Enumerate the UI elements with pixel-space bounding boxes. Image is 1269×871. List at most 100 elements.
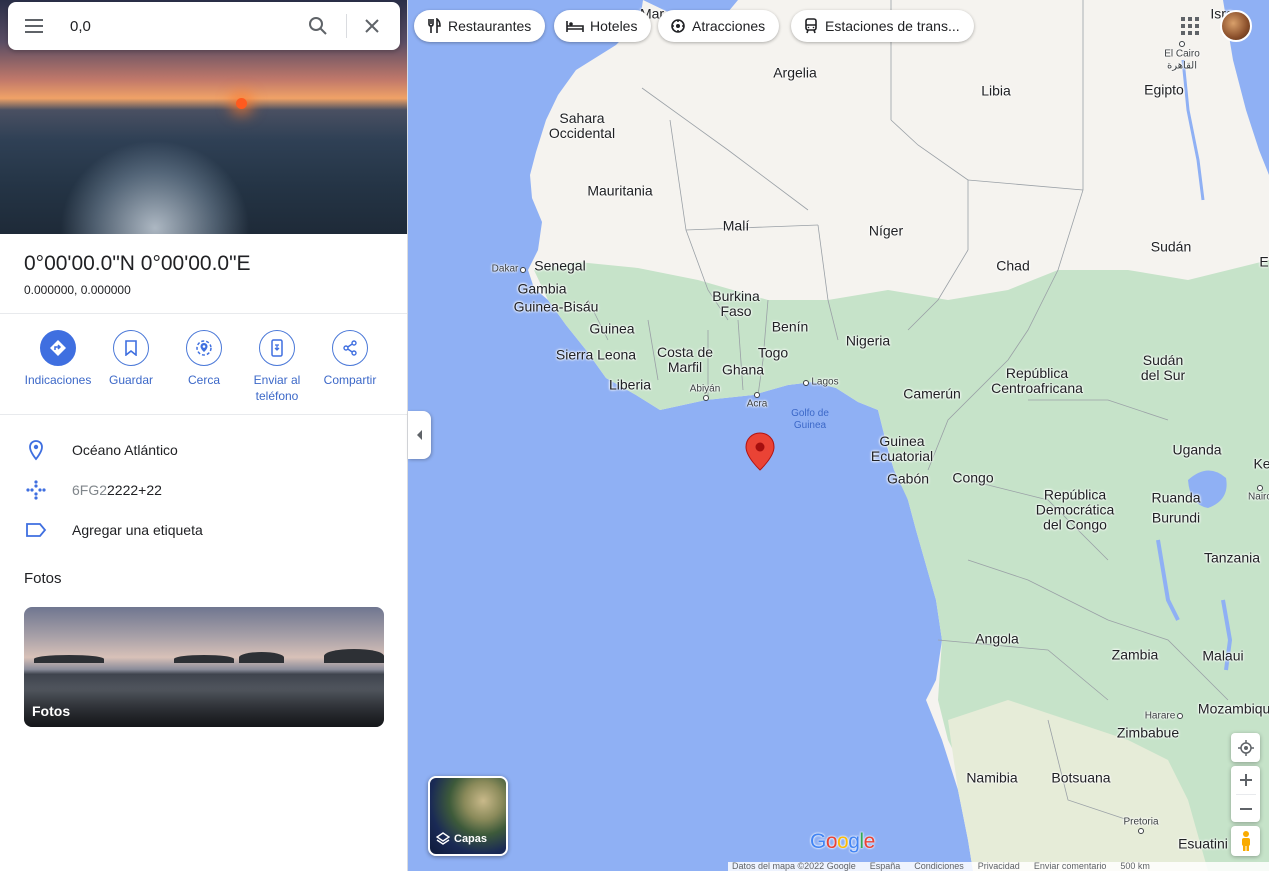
plus-code-row[interactable]: 6FG22222+22 [0,470,407,510]
map-label-sierra-leona: Sierra Leona [555,346,637,363]
footer-map-data: Datos del mapa ©2022 Google [732,862,856,871]
map-label-liberia: Liberia [608,376,652,393]
chip-hoteles[interactable]: Hoteles [554,10,652,42]
city-label-harare: Harare [1144,710,1176,722]
plus-code-icon [26,480,46,500]
city-label-abiyan: Abiyán [689,383,721,395]
map-label-botsuana: Botsuana [1051,769,1111,786]
plus-code-text: 6FG22222+22 [72,482,162,498]
map-label-zimbabue: Zimbabue [1116,724,1180,741]
menu-icon[interactable] [22,14,46,38]
directions-icon [50,340,66,356]
city-dot-nairobi [1257,485,1263,491]
footer-country[interactable]: España [870,862,901,871]
share-label: Compartir [323,373,377,387]
nearby-label: Cerca [187,373,220,387]
location-text: Océano Atlántico [72,442,178,458]
map-label-kenia: Ke [1253,455,1269,472]
nearby-button[interactable]: Cerca [168,330,240,388]
plus-code-prefix: 6FG2 [72,482,108,498]
share-button[interactable]: Compartir [314,330,386,388]
chip-label: Restaurantes [448,18,532,34]
save-button[interactable]: Guardar [95,330,167,388]
zoom-controls [1231,766,1260,822]
save-label: Guardar [108,373,154,387]
map-label-mali: Malí [722,217,750,234]
share-circle [332,330,368,366]
map-label-sudan-sur: Sudán del Sur [1140,352,1186,383]
add-label-row[interactable]: Agregar una etiqueta [0,510,407,550]
collapse-panel-button[interactable] [408,411,431,459]
map-label-gabon: Gabón [886,470,930,487]
city-label-el-cairo: El Cairo [1164,48,1200,60]
chip-label: Hoteles [590,18,638,34]
side-panel: 0°00'00.0"N 0°00'00.0"E 0.000000, 0.0000… [0,0,408,871]
city-dot-harare [1177,713,1183,719]
chip-label: Atracciones [692,18,766,34]
map-label-rep-centroafricana: República Centroafricana [991,365,1083,396]
close-icon[interactable] [360,14,384,38]
footer-privacy[interactable]: Privacidad [978,862,1020,871]
map-label-egipto: Egipto [1144,81,1184,98]
footer-feedback[interactable]: Enviar comentario [1034,862,1107,871]
city-dot-lagos [803,380,809,386]
photo-shade [24,687,384,727]
city-label-nairobi: Nairo [1248,491,1269,503]
hero-sun [236,98,247,109]
footer-scale[interactable]: 500 km [1120,862,1150,871]
city-label-el-cairo-ar: القاهرة [1167,60,1197,72]
search-separator [346,14,347,38]
photo-island [34,655,104,663]
layers-toggle[interactable]: Capas [428,776,508,856]
map-label-niger: Níger [868,222,904,239]
map-label-gambia: Gambia [517,280,567,297]
apps-grid-icon[interactable] [1180,16,1200,36]
layers-label: Capas [454,833,488,845]
map-label-esuatini: Esuatini [1178,835,1228,852]
account-avatar[interactable] [1220,10,1252,42]
search-box [8,2,400,50]
photo-island [239,652,284,663]
search-icon[interactable] [306,14,330,38]
nearby-circle [186,330,222,366]
directions-button[interactable]: Indicaciones [22,330,94,388]
divider [0,414,407,415]
street-view-pegman[interactable] [1231,826,1260,856]
my-location-icon [1237,739,1254,756]
location-row[interactable]: Océano Atlántico [0,430,407,470]
my-location-button[interactable] [1231,733,1260,762]
send-to-phone-button[interactable]: Enviar al teléfono [241,330,313,404]
chip-estaciones[interactable]: Estaciones de trans... [791,10,974,42]
map-label-namibia: Namibia [966,769,1018,786]
chip-atracciones[interactable]: Atracciones [658,10,780,42]
directions-label: Indicaciones [24,373,92,387]
map-label-rdc: República Democrática del Congo [1035,486,1115,533]
map-label-tanzania: Tanzania [1203,549,1261,566]
footer-terms[interactable]: Condiciones [914,862,964,871]
map-label-sudan: Sudán [1150,238,1192,255]
map-footer: Datos del mapa ©2022 Google España Condi… [728,862,1269,871]
chevron-left-icon [416,430,422,440]
city-label-lagos: Lagos [811,376,839,388]
search-input[interactable] [70,14,290,38]
photos-card[interactable]: Fotos [24,607,384,727]
map-canvas[interactable]: Argelia Libia Egipto Sahara Occidental M… [408,0,1269,871]
map-label-mauritania: Mauritania [587,182,653,199]
label-tag-icon [26,523,47,537]
map-label-burundi: Burundi [1151,509,1201,526]
map-label-angola: Angola [975,630,1019,647]
chip-restaurantes[interactable]: Restaurantes [414,10,546,42]
bed-icon [566,21,584,32]
attraction-icon [671,19,685,33]
city-dot-pretoria [1138,828,1144,834]
zoom-out-button[interactable] [1239,795,1252,822]
map-label-malaui: Malaui [1202,647,1244,664]
city-dot-el-cairo [1179,41,1185,47]
map-label-e: E [1259,253,1269,270]
city-label-acra: Acra [746,398,768,410]
zoom-in-button[interactable] [1239,766,1252,794]
fork-knife-icon [428,18,441,33]
save-circle [113,330,149,366]
minus-icon [1239,807,1252,810]
photos-card-label: Fotos [32,703,71,719]
